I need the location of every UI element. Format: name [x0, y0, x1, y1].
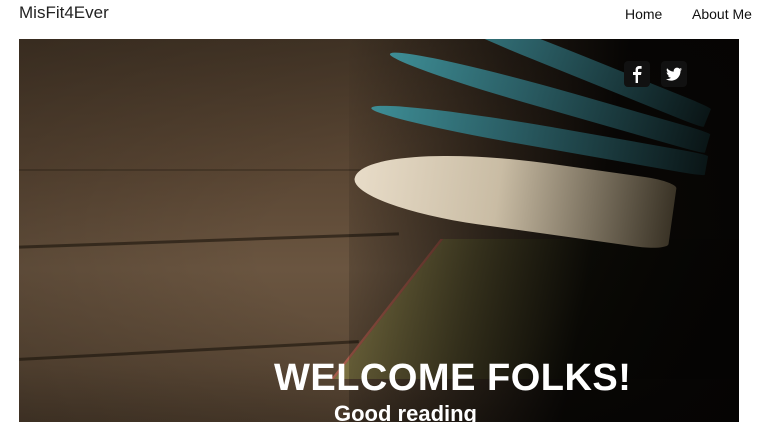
top-navbar: MisFit4Ever Home About Me	[0, 0, 764, 28]
hero-title: WELCOME FOLKS!	[274, 357, 632, 399]
facebook-icon[interactable]	[624, 61, 650, 87]
hero-banner: WELCOME FOLKS! Good reading	[19, 39, 739, 422]
nav-link-home[interactable]: Home	[625, 6, 662, 22]
nav-link-about-me[interactable]: About Me	[692, 6, 752, 22]
site-brand[interactable]: MisFit4Ever	[19, 3, 109, 23]
twitter-icon[interactable]	[661, 61, 687, 87]
hero-subtitle: Good reading	[334, 401, 477, 422]
floor-plank-seam	[19, 232, 399, 249]
